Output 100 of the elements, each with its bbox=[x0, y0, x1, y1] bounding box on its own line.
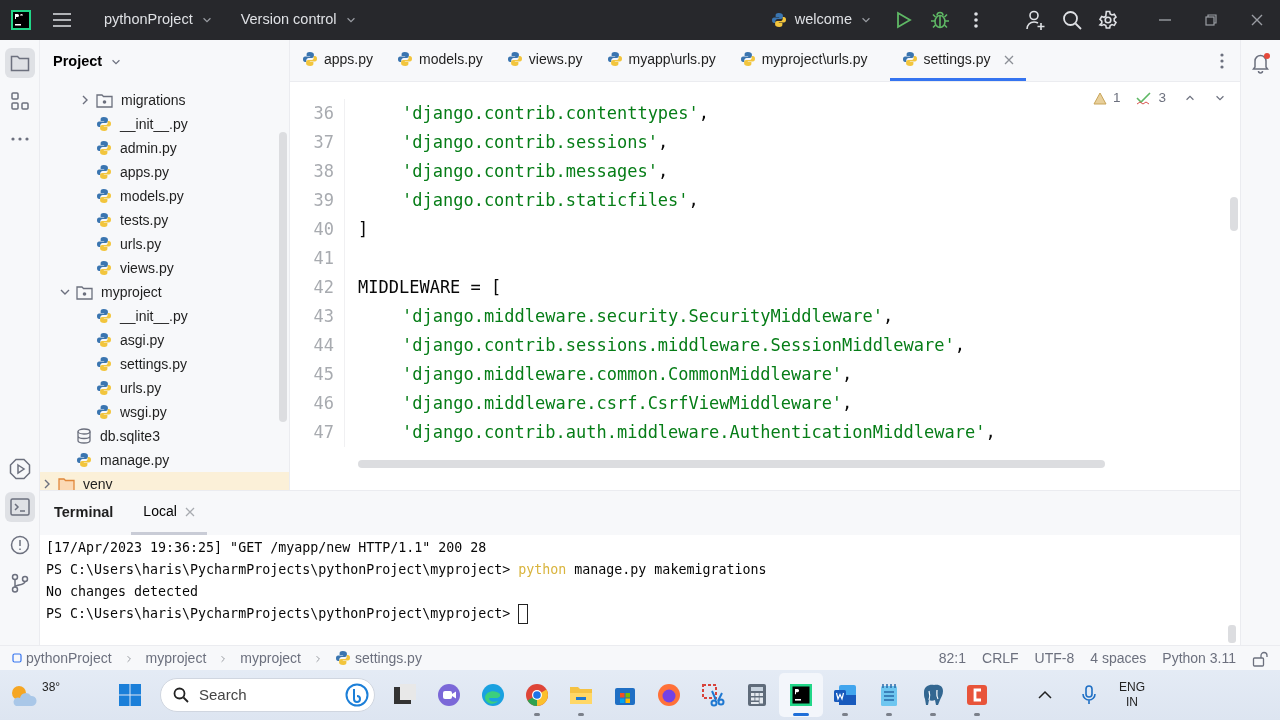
status-item[interactable]: 4 spaces bbox=[1090, 647, 1147, 669]
chat-bubble-icon[interactable] bbox=[345, 683, 369, 707]
close-icon[interactable] bbox=[1251, 14, 1263, 26]
terminal-text: PS C:\Users\haris\PycharmProjects\pythonProject\myproject> bbox=[46, 605, 511, 624]
recorder-icon[interactable] bbox=[964, 682, 990, 708]
python-icon bbox=[96, 164, 112, 180]
scrollbar-thumb[interactable] bbox=[1228, 625, 1236, 643]
breadcrumb-item[interactable]: myproject bbox=[240, 647, 301, 669]
warning-count[interactable]: 1 bbox=[1112, 88, 1121, 109]
search-icon[interactable] bbox=[1062, 10, 1082, 30]
python-icon bbox=[397, 51, 414, 67]
line-number: 46 bbox=[290, 389, 345, 418]
run-config-dropdown[interactable]: welcome bbox=[764, 8, 878, 32]
tree-item[interactable]: apps.py bbox=[40, 160, 289, 184]
tree-item[interactable]: urls.py bbox=[40, 376, 289, 400]
language-indicator[interactable]: ENG bbox=[1119, 680, 1145, 695]
breadcrumb-item[interactable]: myproject bbox=[145, 647, 207, 669]
bell-icon[interactable] bbox=[1249, 52, 1272, 74]
lock-icon[interactable] bbox=[1252, 650, 1268, 667]
tree-item[interactable]: asgi.py bbox=[40, 328, 289, 352]
run-icon[interactable] bbox=[8, 458, 31, 480]
line-number: 40 bbox=[290, 215, 345, 244]
status-item[interactable]: CRLF bbox=[982, 647, 1019, 669]
start-icon[interactable] bbox=[118, 683, 142, 707]
tree-item[interactable]: urls.py bbox=[40, 232, 289, 256]
status-item[interactable]: Python 3.11 bbox=[1162, 647, 1236, 669]
browser-icon[interactable] bbox=[656, 682, 682, 708]
breadcrumb-item[interactable]: pythonProject bbox=[12, 647, 112, 669]
line-number: 39 bbox=[290, 186, 345, 215]
tree-item[interactable]: wsgi.py bbox=[40, 400, 289, 424]
tree-item[interactable]: admin.py bbox=[40, 136, 289, 160]
search-field[interactable]: Search bbox=[197, 682, 337, 708]
database-icon bbox=[76, 428, 92, 444]
file-tab[interactable]: models.py bbox=[395, 40, 505, 81]
app-logo-icon[interactable] bbox=[788, 682, 814, 708]
line-number: 47 bbox=[290, 418, 345, 447]
scissors-icon[interactable] bbox=[700, 682, 726, 708]
line-number: 37 bbox=[290, 128, 345, 157]
tree-item[interactable]: manage.py bbox=[40, 448, 289, 472]
weak-warning-count[interactable]: 3 bbox=[1158, 88, 1166, 109]
code-line: MIDDLEWARE = [ bbox=[357, 275, 502, 299]
microphone-icon[interactable] bbox=[1081, 685, 1097, 705]
check-icon bbox=[1136, 91, 1153, 106]
file-tab[interactable]: myapp\urls.py bbox=[604, 40, 738, 81]
status-item[interactable]: 82:1 bbox=[938, 647, 967, 669]
python-icon bbox=[96, 260, 112, 276]
terminal-text: manage.py makemigrations bbox=[574, 561, 767, 580]
add-user-icon[interactable] bbox=[1025, 9, 1047, 31]
browser-icon[interactable] bbox=[480, 682, 506, 708]
browser-icon[interactable] bbox=[524, 682, 550, 708]
chevron-right-icon bbox=[313, 653, 323, 664]
folder-icon[interactable] bbox=[9, 54, 30, 72]
scrollbar-thumb[interactable] bbox=[279, 132, 287, 422]
terminal-tab[interactable]: Local bbox=[131, 491, 207, 535]
code-line: 'django.middleware.common.CommonMiddleware', bbox=[401, 362, 853, 386]
menu-icon[interactable] bbox=[52, 12, 72, 28]
tree-item[interactable]: db.sqlite3 bbox=[40, 424, 289, 448]
tree-item[interactable]: myproject bbox=[40, 280, 289, 304]
tree-item[interactable]: models.py bbox=[40, 184, 289, 208]
tree-item[interactable]: views.py bbox=[40, 256, 289, 280]
file-tab[interactable]: myproject\urls.py bbox=[737, 40, 890, 81]
panel-title-dropdown[interactable]: Project bbox=[53, 51, 123, 73]
file-tab[interactable]: apps.py bbox=[300, 40, 396, 81]
close-icon[interactable] bbox=[1004, 54, 1015, 65]
search-icon bbox=[173, 687, 189, 703]
breadcrumb-item[interactable]: settings.py bbox=[335, 647, 422, 669]
settings-icon[interactable] bbox=[1098, 10, 1118, 30]
restore-icon[interactable] bbox=[1205, 14, 1217, 26]
tree-item[interactable]: __init__.py bbox=[40, 112, 289, 136]
python-icon bbox=[770, 12, 787, 28]
python-icon bbox=[96, 212, 112, 228]
line-number: 43 bbox=[290, 302, 345, 331]
python-icon bbox=[96, 116, 112, 132]
tree-item[interactable]: __init__.py bbox=[40, 304, 289, 328]
bug-icon[interactable] bbox=[930, 10, 950, 30]
structure-icon[interactable] bbox=[10, 92, 29, 110]
status-item[interactable]: UTF-8 bbox=[1034, 647, 1075, 669]
tree-item[interactable]: tests.py bbox=[40, 208, 289, 232]
run-icon[interactable] bbox=[896, 11, 912, 29]
terminal-icon[interactable] bbox=[9, 498, 30, 516]
file-tab[interactable]: views.py bbox=[504, 40, 605, 81]
tree-item[interactable]: migrations bbox=[40, 88, 289, 112]
more-icon[interactable] bbox=[974, 11, 978, 29]
code-line: 'django.contrib.messages', bbox=[401, 159, 669, 183]
project-dropdown[interactable]: pythonProject bbox=[98, 8, 219, 32]
search-bar[interactable]: Search bbox=[160, 678, 375, 712]
code-line: 'django.middleware.csrf.CsrfViewMiddleware', bbox=[401, 391, 853, 415]
line-number: 41 bbox=[290, 244, 345, 273]
video-chat-icon[interactable] bbox=[436, 682, 462, 708]
document-icon[interactable] bbox=[832, 682, 858, 708]
problems-icon[interactable] bbox=[9, 535, 30, 555]
python-icon bbox=[96, 332, 112, 348]
python-icon bbox=[76, 452, 92, 468]
language-indicator[interactable]: IN bbox=[1119, 695, 1145, 710]
python-icon bbox=[739, 51, 756, 67]
tree-item[interactable]: settings.py bbox=[40, 352, 289, 376]
scrollbar-thumb[interactable] bbox=[358, 460, 1105, 468]
vcs-dropdown[interactable]: Version control bbox=[234, 8, 363, 32]
scrollbar-thumb[interactable] bbox=[1230, 197, 1238, 231]
branch-icon[interactable] bbox=[9, 573, 30, 593]
